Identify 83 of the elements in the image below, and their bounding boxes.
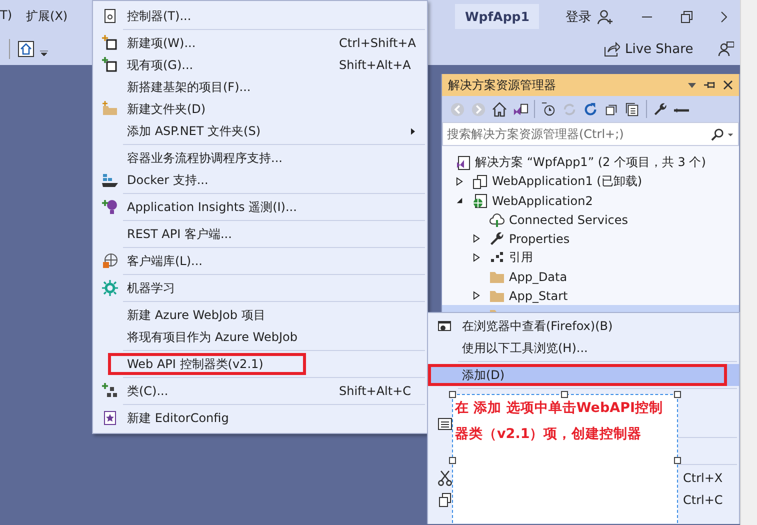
person-add-icon[interactable] — [597, 8, 614, 24]
menu-item[interactable]: 容器业务流程协调程序支持... — [93, 147, 427, 169]
docker-icon — [102, 172, 118, 188]
menu-item[interactable]: 类(C)... Shift+Alt+C — [93, 380, 427, 402]
panel-title: 解决方案资源管理器 — [448, 76, 557, 94]
menu-item[interactable]: 客户端库(L)... — [93, 250, 427, 272]
lightbulb-icon — [102, 199, 118, 215]
dropdown-icon[interactable] — [40, 49, 48, 57]
menu-item[interactable]: 新建项(W)... Ctrl+Shift+A — [93, 32, 427, 54]
wrench-icon[interactable] — [653, 102, 668, 116]
menu-item[interactable]: Docker 支持... — [93, 169, 427, 191]
project-icon — [472, 174, 488, 190]
sign-in-link[interactable]: 登录 — [565, 8, 592, 26]
cloud-icon — [489, 212, 505, 228]
home-icon[interactable] — [18, 41, 34, 57]
tree-item[interactable]: WebApplication1 (已卸载) — [442, 172, 739, 191]
menu-item[interactable]: 将现有项目作为 Azure WebJob — [93, 326, 427, 348]
menu-item[interactable]: 新建 EditorConfig — [93, 407, 427, 429]
resize-handle[interactable] — [674, 391, 681, 398]
gear-icon — [102, 280, 118, 296]
tree-item[interactable]: Properties — [442, 229, 739, 248]
search-icon[interactable] — [711, 128, 724, 140]
resize-handle[interactable] — [449, 457, 456, 464]
expand-arrow-icon[interactable] — [473, 291, 480, 300]
refresh-icon[interactable] — [583, 102, 598, 116]
menu-item[interactable]: 在浏览器中查看(Firefox)(B) — [428, 315, 739, 337]
scissors-icon — [437, 470, 453, 486]
web-project-icon — [472, 192, 488, 208]
home-icon[interactable] — [492, 102, 507, 116]
add-item-icon — [102, 57, 118, 73]
editorconfig-icon — [102, 410, 118, 426]
menu-item[interactable]: 现有项(G)... Shift+Alt+A — [93, 54, 427, 76]
menu-item[interactable]: 新建 Azure WebJob 项目 — [93, 304, 427, 326]
menu-item[interactable]: 添加 ASP.NET 文件夹(S) — [93, 120, 427, 142]
new-folder-icon — [102, 101, 118, 117]
collapse-arrow-icon[interactable] — [456, 197, 463, 204]
search-box[interactable]: 搜索解决方案资源管理器(Ctrl+;) — [442, 122, 739, 146]
menu-item[interactable]: 新建文件夹(D) — [93, 98, 427, 120]
window-title: WpfApp1 — [455, 4, 540, 29]
resize-handle[interactable] — [561, 391, 568, 398]
expand-arrow-icon[interactable] — [456, 177, 463, 186]
share-icon[interactable] — [604, 41, 620, 57]
expand-arrow-icon[interactable] — [473, 234, 480, 243]
globe-icon — [102, 253, 118, 269]
menu-item[interactable]: 使用以下工具浏览(H)... — [428, 337, 739, 359]
person-feedback-icon[interactable] — [718, 41, 734, 57]
tree-item[interactable]: App_Data — [442, 267, 739, 286]
class-icon — [102, 383, 118, 399]
wrench-icon — [489, 230, 505, 246]
dropdown-icon[interactable] — [727, 130, 734, 138]
history-icon[interactable] — [541, 102, 556, 116]
tree-item[interactable]: Connected Services — [442, 210, 739, 229]
tree-item[interactable]: 引用 — [442, 248, 739, 267]
menu-item[interactable]: Application Insights 遥测(I)... — [93, 196, 427, 218]
chevron-icon[interactable] — [721, 10, 728, 22]
solution-view-icon[interactable] — [513, 102, 528, 116]
tree-item[interactable]: 解决方案 “WpfApp1” (2 个项目，共 3 个) — [442, 153, 739, 172]
tree-item[interactable]: WebApplication2 — [442, 191, 739, 210]
pin-icon[interactable] — [704, 79, 716, 91]
resize-handle[interactable] — [674, 457, 681, 464]
menu-item[interactable]: 添加(D) — [428, 364, 739, 386]
annotation-text: 在 添加 选项中单击WebAPI控制器类（v2.1）项，创建控制器 — [454, 399, 664, 444]
restore-icon[interactable] — [681, 10, 694, 22]
menu-item[interactable]: REST API 客户端... — [93, 223, 427, 245]
browser-icon — [437, 318, 453, 334]
menu-item[interactable]: 新搭建基架的项目(F)... — [93, 76, 427, 98]
document-icon — [102, 8, 118, 24]
search-field[interactable]: 搜索解决方案资源管理器(Ctrl+;) — [447, 127, 707, 141]
shortcut-text: Ctrl+C — [683, 493, 724, 507]
menu-item[interactable]: 扩展(X) — [26, 6, 68, 27]
solution-icon — [455, 154, 471, 170]
shortcut-text: Ctrl+X — [683, 471, 724, 485]
tree-item[interactable]: App_Start — [442, 286, 739, 305]
menu-item[interactable]: T) — [0, 6, 12, 27]
live-share-button[interactable]: Live Share — [625, 42, 694, 56]
resize-handle[interactable] — [449, 391, 456, 398]
close-icon[interactable] — [723, 80, 733, 90]
expand-arrow-icon[interactable] — [473, 253, 480, 262]
new-item-icon — [102, 35, 118, 51]
show-files-icon[interactable] — [625, 102, 640, 116]
dropdown-icon[interactable] — [687, 80, 697, 90]
menu-item[interactable]: 机器学习 — [93, 277, 427, 299]
menu-item[interactable]: 控制器(T)... — [93, 5, 427, 27]
